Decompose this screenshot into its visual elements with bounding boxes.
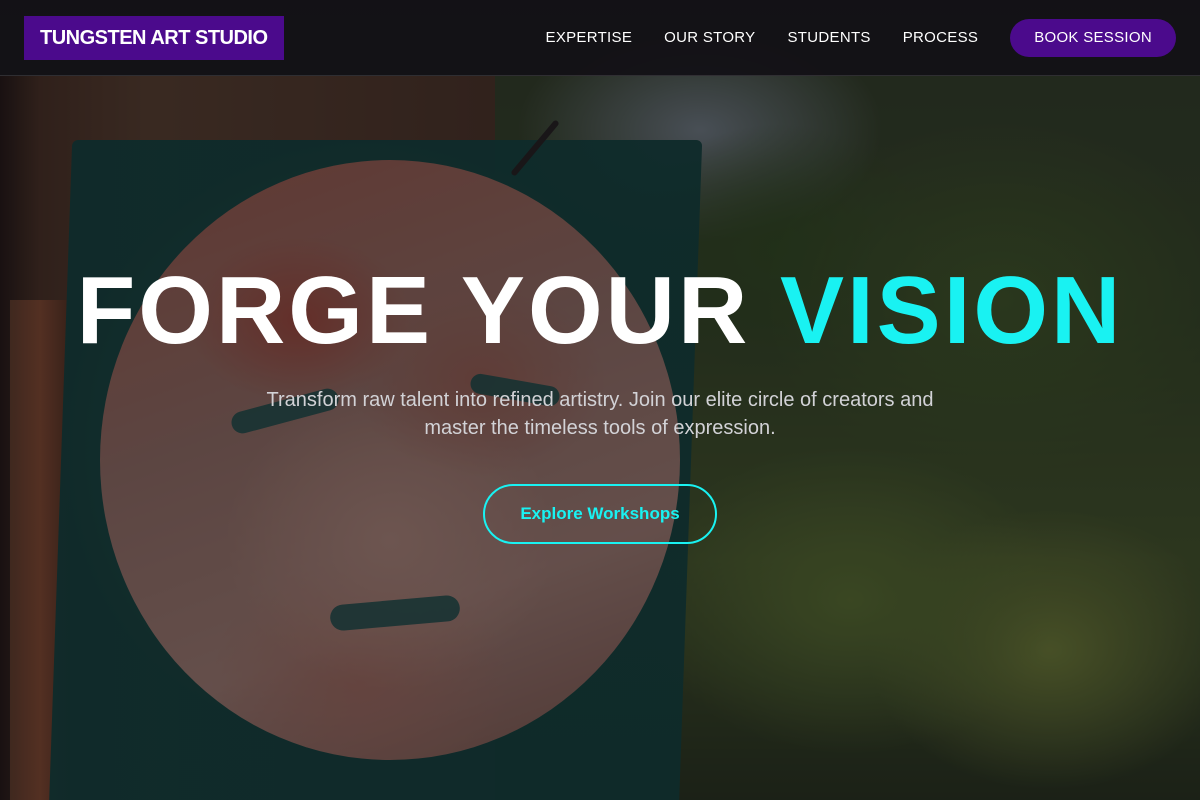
main-nav: EXPERTISE OUR STORY STUDENTS PROCESS BOO… <box>546 18 1176 57</box>
hero-section: FORGE YOUR VISION Transform raw talent i… <box>0 256 1200 544</box>
site-header: TUNGSTEN ART STUDIO EXPERTISE OUR STORY … <box>0 0 1200 76</box>
nav-link-students[interactable]: STUDENTS <box>787 29 870 46</box>
nav-link-our-story[interactable]: OUR STORY <box>664 29 755 46</box>
explore-workshops-button[interactable]: Explore Workshops <box>483 484 717 544</box>
hero-subtitle: Transform raw talent into refined artist… <box>266 389 934 439</box>
hero-title-main: FORGE YOUR <box>76 257 780 364</box>
nav-link-process[interactable]: PROCESS <box>903 29 978 46</box>
hero-title: FORGE YOUR VISION <box>0 256 1200 366</box>
brand-logo[interactable]: TUNGSTEN ART STUDIO <box>24 15 284 60</box>
book-session-button[interactable]: BOOK SESSION <box>1010 18 1176 57</box>
nav-link-expertise[interactable]: EXPERTISE <box>546 29 633 46</box>
hero-title-accent: VISION <box>779 257 1124 364</box>
